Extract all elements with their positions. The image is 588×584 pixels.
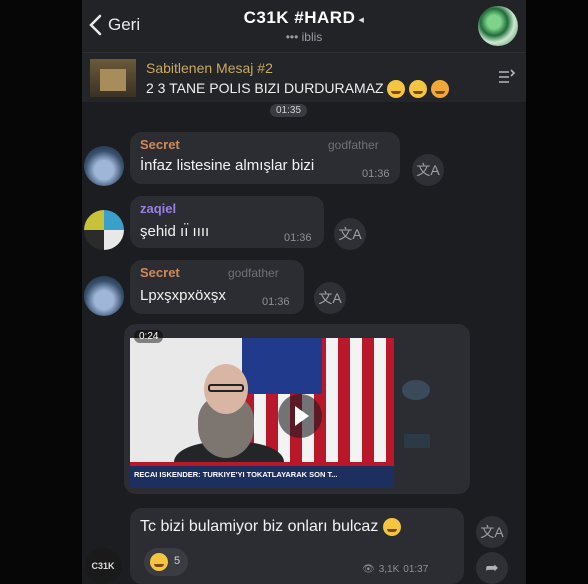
channel-logo: C31K (84, 548, 122, 584)
message-sender[interactable]: Secret (140, 265, 180, 280)
translate-button[interactable]: 文A (412, 154, 444, 186)
message-time: 01:36 (284, 232, 312, 244)
emoji-icon (409, 80, 428, 99)
avatar[interactable] (84, 276, 124, 316)
left-background (0, 0, 82, 584)
translate-icon: 文A (416, 162, 440, 178)
message-role: godfather (228, 266, 279, 280)
reaction-count: 5 (174, 555, 181, 567)
message-sender[interactable]: Secret (140, 137, 180, 152)
emoji-icon (387, 80, 406, 99)
chat-title-text: C31K #HARD (243, 8, 356, 27)
emoji-icon (431, 80, 450, 99)
pinned-thumbnail (90, 59, 136, 97)
message-text-value: Tc bizi bulamiyor biz onları bulcaz (140, 518, 379, 536)
avatar[interactable] (84, 210, 124, 250)
avatar[interactable] (84, 146, 124, 186)
pinned-text-value: 2 3 TANE POLIS BIZI DURDURAMAZ (146, 80, 384, 96)
pinned-title: Sabitlenen Mesaj #2 (146, 60, 273, 76)
chat-subtitle: ••• iblis (285, 30, 323, 44)
message-time: 01:36 (262, 296, 290, 308)
share-icon: ➦ (485, 560, 499, 577)
message-text: Lpxşxpxöxşx (140, 287, 226, 304)
message-role: godfather (328, 138, 379, 152)
emoji-icon (150, 553, 168, 571)
person-image (174, 364, 284, 488)
video-duration: 0:24 (134, 330, 164, 343)
chat-title[interactable]: C31K #HARD ◂ (82, 8, 526, 28)
pinned-text: 2 3 TANE POLIS BIZI DURDURAMAZ (146, 80, 450, 99)
share-button[interactable]: ➦ (476, 552, 508, 584)
message-time: 01:36 (362, 168, 390, 180)
decoration (404, 434, 430, 448)
emoji-icon (382, 518, 401, 536)
pin-list-icon[interactable] (496, 67, 516, 87)
message-text: İnfaz listesine almışlar bizi (140, 157, 315, 174)
view-count: 3,1K (378, 564, 400, 575)
right-background (526, 0, 588, 584)
message-sender[interactable]: zaqiel (140, 201, 176, 216)
date-separator: 01:35 (270, 104, 308, 117)
group-avatar[interactable] (478, 6, 518, 46)
decoration (402, 380, 430, 400)
chat-header: Geri C31K #HARD ◂ ••• iblis (82, 0, 526, 52)
message-text: Tc bizi bulamiyor biz onları bulcaz (140, 518, 401, 536)
pinned-message-bar[interactable]: Sabitlenen Mesaj #2 2 3 TANE POLIS BIZI … (82, 52, 526, 102)
video-side-strip (394, 372, 438, 468)
message-text: şehid ıı̈ ıııı (140, 223, 210, 240)
translate-icon: 文A (338, 226, 362, 242)
message-meta: 👁 3,1K 01:37 (362, 564, 428, 575)
chat-screen: Geri C31K #HARD ◂ ••• iblis Sabitlenen Me… (82, 0, 526, 584)
play-icon[interactable] (278, 394, 322, 438)
eye-icon: 👁 (362, 564, 375, 575)
video-caption: RECAI ISKENDER: TURKIYE'YI TOKATLAYARAK … (130, 462, 394, 488)
translate-icon: 文A (480, 524, 504, 540)
translate-icon: 文A (318, 290, 342, 306)
video-thumbnail[interactable]: RECAI ISKENDER: TURKIYE'YI TOKATLAYARAK … (130, 338, 394, 488)
translate-button[interactable]: 文A (476, 516, 508, 548)
mute-icon: ◂ (358, 14, 365, 26)
message-time: 01:37 (403, 564, 429, 575)
reaction-chip[interactable]: 5 (144, 548, 188, 576)
person-glasses (208, 384, 244, 392)
translate-button[interactable]: 文A (314, 282, 346, 314)
translate-button[interactable]: 文A (334, 218, 366, 250)
